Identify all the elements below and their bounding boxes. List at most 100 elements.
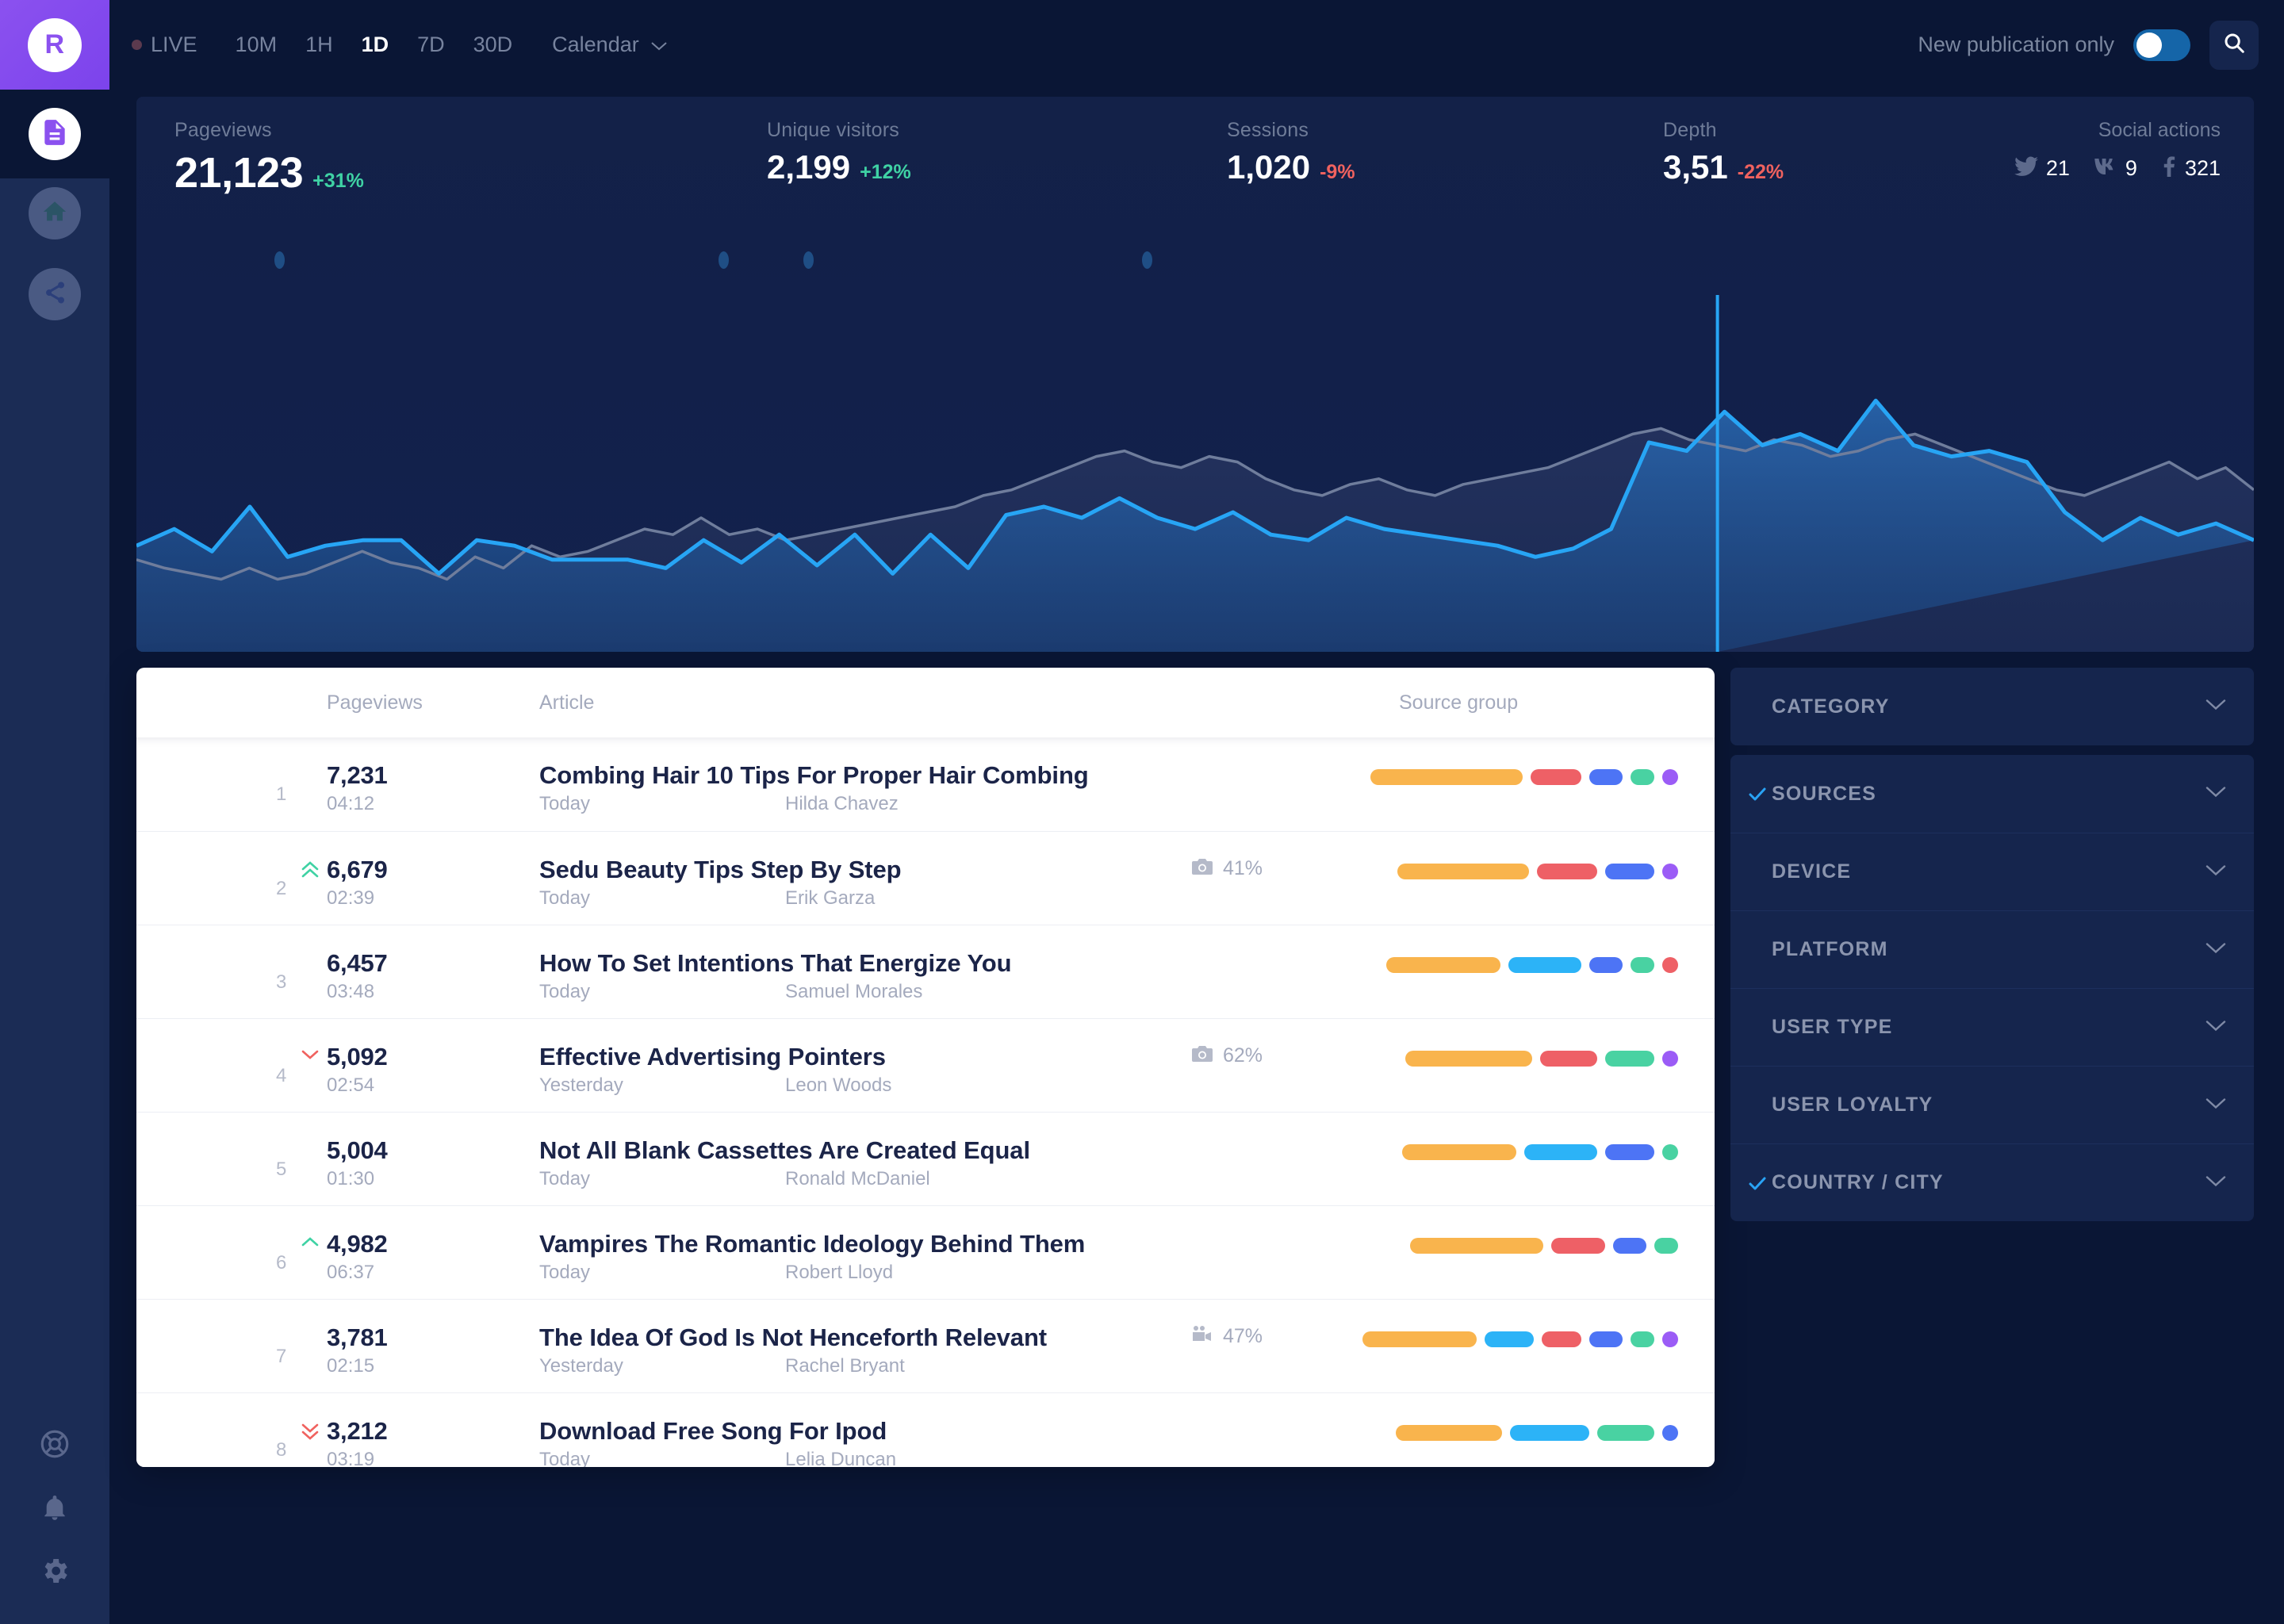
kpi-value: 2,199 xyxy=(767,148,851,186)
kpi-delta: +12% xyxy=(860,161,911,183)
table-row[interactable]: 1 7,231 04:12 Combing Hair 10 Tips For Prop… xyxy=(136,737,1715,831)
event-marker-dot-icon[interactable] xyxy=(1142,251,1153,269)
social-actions-label: Social actions xyxy=(2098,119,2221,141)
row-author: Ronald McDaniel xyxy=(785,1168,930,1189)
sidebar-item-documents[interactable] xyxy=(29,108,81,160)
filter-row-user-type[interactable]: USER TYPE xyxy=(1730,988,2254,1066)
filter-label: COUNTRY / CITY xyxy=(1772,1171,1944,1193)
table-row[interactable]: 5 5,004 01:30 Not All Blank Cassettes Are C… xyxy=(136,1112,1715,1205)
row-source-group-bars xyxy=(1396,1425,1678,1441)
row-media-stat: 47% xyxy=(1191,1325,1263,1348)
calendar-dropdown[interactable]: Calendar xyxy=(538,33,682,57)
chevron-down-icon xyxy=(2205,698,2227,716)
event-marker-dot-icon[interactable] xyxy=(274,251,285,269)
filter-check-icon[interactable] xyxy=(1748,1175,1772,1191)
kpi-value: 3,51 xyxy=(1663,148,1728,186)
chevron-down-icon xyxy=(2205,785,2227,803)
row-media-stat: 41% xyxy=(1191,857,1263,880)
filter-row-device[interactable]: DEVICE xyxy=(1730,833,2254,910)
filter-row-sources[interactable]: SOURCES xyxy=(1730,755,2254,833)
top-bar: LIVE 10M 1H 1D 7D 30D Calendar New publi… xyxy=(109,0,2284,90)
row-rank: 2 xyxy=(276,878,287,899)
vk-icon xyxy=(2094,156,2117,181)
kpi-label: Sessions xyxy=(1227,119,1309,141)
source-bar-red xyxy=(1662,957,1678,973)
source-bar-blue xyxy=(1589,769,1623,785)
sidebar-item-help[interactable] xyxy=(36,1427,73,1464)
kpi-sessions: Sessions 1,020 -9% xyxy=(1227,119,1355,186)
source-bar-orange xyxy=(1370,769,1523,785)
trend-down-icon xyxy=(300,1047,320,1067)
source-bar-green xyxy=(1605,1051,1654,1067)
range-tab-1h[interactable]: 1H xyxy=(291,33,347,57)
source-bar-lightblue xyxy=(1524,1144,1597,1160)
range-tab-10m[interactable]: 10M xyxy=(221,33,292,57)
table-row[interactable]: 6 4,982 06:37 Vampires The Romantic Ideolog… xyxy=(136,1205,1715,1299)
sidebar-item-home[interactable] xyxy=(29,187,81,239)
chevron-down-icon xyxy=(2205,940,2227,959)
range-tab-1d[interactable]: 1D xyxy=(347,33,404,57)
range-tab-30d[interactable]: 30D xyxy=(459,33,527,57)
range-tab-7d[interactable]: 7D xyxy=(403,33,459,57)
column-header-article: Article xyxy=(539,691,595,714)
search-icon xyxy=(2222,31,2246,59)
filter-row-platform[interactable]: PLATFORM xyxy=(1730,910,2254,988)
row-time: 02:15 xyxy=(327,1355,375,1377)
gear-icon xyxy=(39,1555,71,1591)
row-article-title[interactable]: Not All Blank Cassettes Are Created Equa… xyxy=(539,1136,1030,1165)
row-published-when: Today xyxy=(539,1262,591,1283)
row-article-title[interactable]: Effective Advertising Pointers xyxy=(539,1043,886,1071)
row-published-when: Today xyxy=(539,793,591,814)
filter-check-icon[interactable] xyxy=(1748,786,1772,802)
logo-letter: R xyxy=(28,17,82,72)
chevron-down-icon xyxy=(2205,1096,2227,1114)
row-article-title[interactable]: The Idea Of God Is Not Henceforth Releva… xyxy=(539,1323,1047,1352)
event-marker-dot-icon[interactable] xyxy=(719,251,730,269)
filter-row-category[interactable]: CATEGORY xyxy=(1730,668,2254,745)
row-published-when: Yesterday xyxy=(539,1355,623,1377)
sidebar-item-notifications[interactable] xyxy=(36,1491,73,1527)
row-time: 02:54 xyxy=(327,1074,375,1096)
toggle-knob xyxy=(2136,32,2162,58)
row-pageviews: 6,457 xyxy=(327,949,388,977)
row-published-when: Today xyxy=(539,1449,591,1467)
row-article-title[interactable]: Download Free Song For Ipod xyxy=(539,1417,887,1446)
source-bar-orange xyxy=(1396,1425,1502,1441)
row-time: 06:37 xyxy=(327,1262,375,1283)
new-publication-toggle[interactable] xyxy=(2133,29,2190,61)
row-time: 03:19 xyxy=(327,1449,375,1467)
left-sidebar: R xyxy=(0,0,109,1624)
table-row[interactable]: 2 6,679 02:39 Sedu Beauty Tips Step By Step… xyxy=(136,831,1715,925)
event-marker-dot-icon[interactable] xyxy=(803,251,814,269)
source-bar-orange xyxy=(1362,1331,1477,1347)
live-label: LIVE xyxy=(151,33,197,56)
table-body: 1 7,231 04:12 Combing Hair 10 Tips For Prop… xyxy=(136,737,1715,1467)
app-logo[interactable]: R xyxy=(0,0,109,90)
kpi-delta: -9% xyxy=(1320,161,1355,183)
row-published-when: Yesterday xyxy=(539,1074,623,1096)
live-indicator[interactable]: LIVE xyxy=(132,33,197,57)
kpi-unique-visitors: Unique visitors 2,199 +12% xyxy=(767,119,911,186)
row-article-title[interactable]: Combing Hair 10 Tips For Proper Hair Com… xyxy=(539,761,1089,790)
table-row[interactable]: 4 5,092 02:54 Effective Advertising Pointer… xyxy=(136,1018,1715,1112)
row-article-title[interactable]: Sedu Beauty Tips Step By Step xyxy=(539,856,902,884)
row-pageviews: 5,092 xyxy=(327,1043,388,1071)
row-media-percent: 47% xyxy=(1223,1325,1263,1347)
time-range-tabs: LIVE 10M 1H 1D 7D 30D Calendar xyxy=(132,0,682,90)
sidebar-item-settings[interactable] xyxy=(36,1554,73,1591)
table-row[interactable]: 7 3,781 02:15 The Idea Of God Is Not Hencef… xyxy=(136,1299,1715,1392)
table-row[interactable]: 8 3,212 03:19 Download Free Song For Ipod To… xyxy=(136,1392,1715,1467)
row-rank: 5 xyxy=(276,1159,287,1180)
filter-row-user-loyalty[interactable]: USER LOYALTY xyxy=(1730,1066,2254,1143)
sidebar-item-share[interactable] xyxy=(29,268,81,320)
table-row[interactable]: 3 6,457 03:48 How To Set Intentions That En… xyxy=(136,925,1715,1018)
home-icon xyxy=(41,198,68,229)
timeseries-plot[interactable] xyxy=(136,208,2254,652)
row-published-when: Today xyxy=(539,981,591,1002)
search-button[interactable] xyxy=(2209,20,2259,70)
row-article-title[interactable]: Vampires The Romantic Ideology Behind Th… xyxy=(539,1230,1085,1258)
filter-panel: CATEGORY SOURCES DEVICE PLATFORM USER TYPE US… xyxy=(1730,668,2254,1221)
row-article-title[interactable]: How To Set Intentions That Energize You xyxy=(539,949,1012,978)
row-rank: 6 xyxy=(276,1252,287,1274)
filter-row-country-city[interactable]: COUNTRY / CITY xyxy=(1730,1143,2254,1221)
